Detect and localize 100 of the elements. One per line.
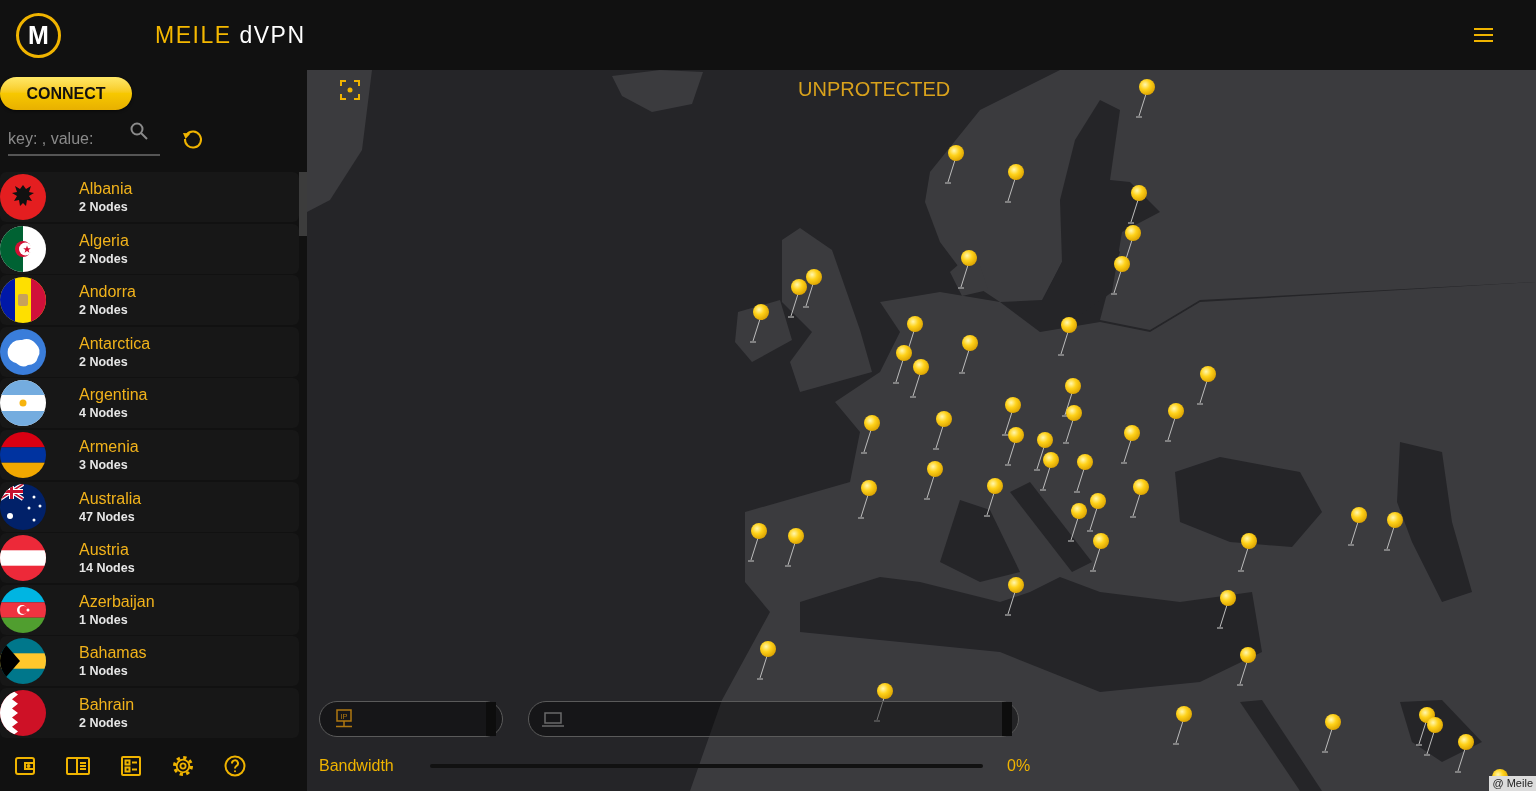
map-pin-icon[interactable]	[923, 460, 943, 502]
scrollbar-thumb[interactable]	[299, 172, 307, 236]
country-name: Azerbaijan	[79, 591, 155, 612]
map-pin-icon[interactable]	[1120, 424, 1140, 466]
map-pin-icon[interactable]	[957, 249, 977, 291]
node-count: 2 Nodes	[79, 302, 129, 319]
map-pin-icon[interactable]	[1061, 377, 1081, 419]
map-pin-icon[interactable]	[1236, 646, 1256, 688]
help-icon[interactable]	[224, 754, 246, 777]
map-pin-icon[interactable]	[873, 682, 893, 724]
country-row[interactable]: Bahrain 2 Nodes	[0, 687, 299, 738]
map-pin-icon[interactable]	[857, 479, 877, 521]
flag-icon	[0, 225, 46, 272]
map-pin-icon[interactable]	[787, 278, 807, 320]
wallet-icon[interactable]	[14, 754, 36, 777]
flag-icon	[0, 380, 46, 427]
node-count: 3 Nodes	[79, 456, 129, 473]
focus-icon[interactable]	[340, 80, 360, 100]
map-pin-icon[interactable]	[1057, 316, 1077, 358]
map-pin-icon[interactable]	[860, 414, 880, 456]
map-pin-icon[interactable]	[1004, 576, 1024, 618]
settings-icon[interactable]	[172, 754, 194, 777]
map-pin-icon[interactable]	[1347, 506, 1367, 548]
map-pin-icon[interactable]	[1196, 365, 1216, 407]
country-name: Armenia	[79, 436, 139, 457]
bandwidth-reading: 0%	[1007, 756, 1031, 776]
flag-icon	[0, 586, 46, 633]
country-row[interactable]: Azerbaijan 1 Nodes	[0, 584, 299, 635]
brand-wordmark: MEILE dVPN	[155, 23, 306, 47]
country-row[interactable]: Bahamas 1 Nodes	[0, 636, 299, 687]
map-pin-icon[interactable]	[1423, 716, 1443, 758]
checklist-icon[interactable]	[120, 754, 142, 777]
map-pin-icon[interactable]	[1415, 706, 1435, 748]
node-count: 1 Nodes	[79, 663, 129, 680]
country-row[interactable]: Andorra 2 Nodes	[0, 275, 299, 326]
map-pin-icon[interactable]	[749, 303, 769, 345]
bandwidth-label: Bandwidth	[319, 756, 395, 776]
map-pin-icon[interactable]	[909, 358, 929, 400]
map-pin-icon[interactable]	[1454, 733, 1474, 775]
country-name: Austria	[79, 540, 130, 561]
node-count: 2 Nodes	[79, 250, 129, 267]
map-pin-icon[interactable]	[1039, 451, 1059, 493]
map-pin-icon[interactable]	[983, 477, 1003, 519]
node-count: 14 Nodes	[79, 560, 135, 577]
flag-icon	[0, 328, 46, 375]
map-pin-icon[interactable]	[1086, 492, 1106, 534]
country-row[interactable]: Algeria 2 Nodes	[0, 223, 299, 274]
flag-icon	[0, 638, 46, 685]
map-pin-icon[interactable]	[1237, 532, 1257, 574]
map-pin-icon[interactable]	[756, 640, 776, 682]
map-pin-icon[interactable]	[1321, 713, 1341, 755]
country-row[interactable]: Argentina 4 Nodes	[0, 378, 299, 429]
map-pin-icon[interactable]	[747, 522, 767, 564]
map-pin-icon[interactable]	[1129, 478, 1149, 520]
scroll-edge-bar	[1002, 702, 1012, 736]
map-pin-icon[interactable]	[958, 334, 978, 376]
flag-icon	[0, 277, 46, 324]
map-pin-icon[interactable]	[932, 410, 952, 452]
map-pin-icon[interactable]	[892, 344, 912, 386]
search-field[interactable]: key: , value:	[8, 128, 130, 150]
map-pin-icon[interactable]	[1127, 184, 1147, 226]
country-row[interactable]: Albania 2 Nodes	[0, 172, 299, 222]
map-pin-icon[interactable]	[1067, 502, 1087, 544]
search-icon[interactable]	[130, 122, 148, 140]
node-count: 2 Nodes	[79, 714, 129, 731]
country-row[interactable]: Antarctica 2 Nodes	[0, 326, 299, 377]
map-pin-icon[interactable]	[1062, 404, 1082, 446]
map-pin-icon[interactable]	[802, 268, 822, 310]
map-pin-icon[interactable]	[944, 144, 964, 186]
map-pin-icon[interactable]	[1135, 78, 1155, 120]
country-row[interactable]: Austria 14 Nodes	[0, 533, 299, 584]
node-count: 2 Nodes	[79, 199, 129, 215]
country-name: Andorra	[79, 282, 136, 303]
map-pin-icon[interactable]	[1073, 453, 1093, 495]
map-pin-icon[interactable]	[1004, 163, 1024, 205]
country-row[interactable]: Armenia 3 Nodes	[0, 429, 299, 480]
map-pin-icon[interactable]	[784, 527, 804, 569]
map-pin-icon[interactable]	[1216, 589, 1236, 631]
map-pin-icon[interactable]	[1383, 511, 1403, 553]
country-name: Albania	[79, 179, 133, 199]
map-pin-icon[interactable]	[1004, 426, 1024, 468]
map-pin-icon[interactable]	[1172, 705, 1192, 747]
menu-icon[interactable]	[1474, 28, 1493, 42]
connect-button[interactable]: CONNECT	[0, 77, 132, 110]
map-attribution: @ Meile	[1489, 776, 1536, 791]
book-icon[interactable]	[66, 754, 90, 777]
scroll-edge-bar	[486, 702, 496, 736]
flag-icon	[0, 174, 46, 220]
country-name: Algeria	[79, 230, 129, 251]
flag-icon	[0, 535, 46, 582]
map-pin-icon[interactable]	[1033, 431, 1053, 473]
country-name: Argentina	[79, 385, 148, 406]
refresh-icon[interactable]	[182, 128, 204, 150]
map-pin-icon[interactable]	[1110, 255, 1130, 297]
map-pin-icon[interactable]	[1089, 532, 1109, 574]
country-name: Australia	[79, 488, 142, 509]
map-pin-icon[interactable]	[1001, 396, 1021, 438]
map-pin-icon[interactable]	[1164, 402, 1184, 444]
country-row[interactable]: Australia 47 Nodes	[0, 481, 299, 532]
country-name: Bahrain	[79, 694, 135, 715]
